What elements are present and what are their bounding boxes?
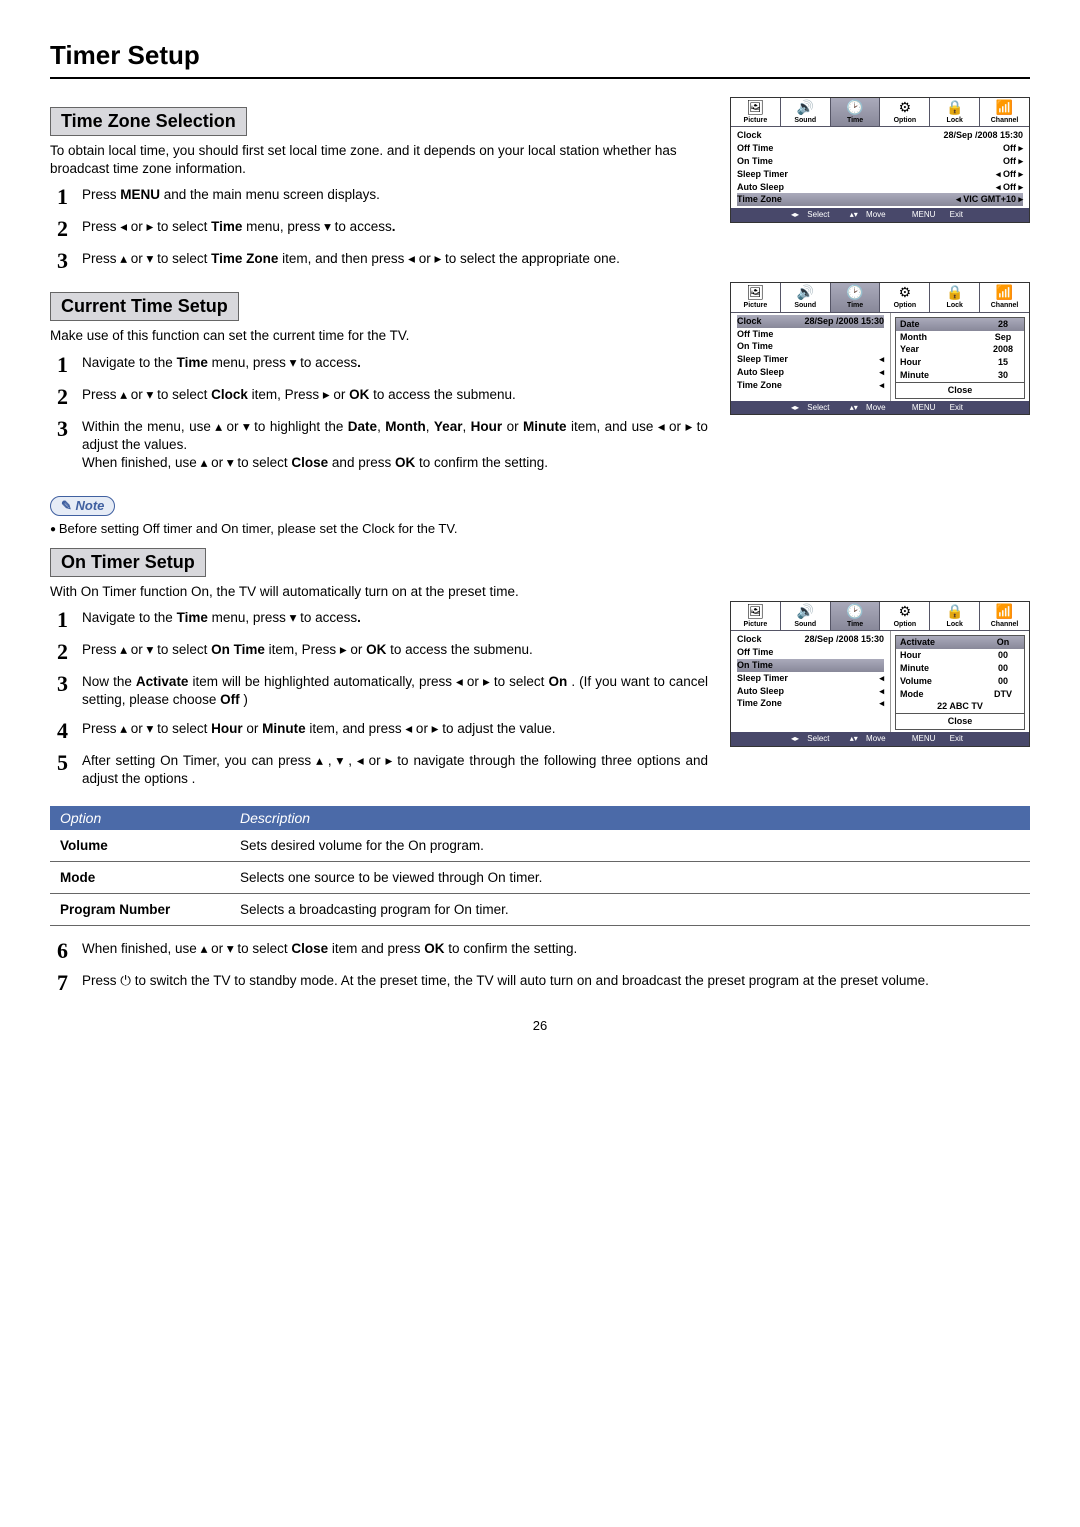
option-icon: ⚙ bbox=[880, 100, 929, 114]
ot-step-7: Press ⏻ to switch the TV to standby mode… bbox=[82, 972, 1030, 994]
tz-step-1: Press MENU and the main menu screen disp… bbox=[82, 186, 708, 208]
page-title: Timer Setup bbox=[50, 40, 1030, 71]
sound-icon: 🔊 bbox=[781, 100, 830, 114]
table-row: VolumeSets desired volume for the On pro… bbox=[50, 830, 1030, 862]
ot-step-3: Now the Activate item will be highlighte… bbox=[82, 673, 708, 709]
tz-step-2: Press ◂ or ▸ to select Time menu, press … bbox=[82, 218, 708, 240]
step-number: 6 bbox=[50, 940, 68, 962]
osd-panel-ontimer: 🖼Picture 🔊Sound 🕑Time ⚙Option 🔒Lock 📶Cha… bbox=[730, 601, 1030, 747]
time-icon: 🕑 bbox=[831, 100, 880, 114]
step-number: 1 bbox=[50, 186, 68, 208]
osd-footer: ◂▸ Select ▴▾ Move MENU Exit bbox=[731, 208, 1029, 222]
section-title-ot: On Timer Setup bbox=[50, 548, 206, 577]
channel-icon: 📶 bbox=[980, 100, 1029, 114]
ct-intro: Make use of this function can set the cu… bbox=[50, 327, 708, 345]
step-number: 3 bbox=[50, 250, 68, 272]
step-number: 3 bbox=[50, 673, 68, 709]
tz-intro: To obtain local time, you should first s… bbox=[50, 142, 708, 178]
lock-icon: 🔒 bbox=[930, 100, 979, 114]
step-number: 4 bbox=[50, 720, 68, 742]
table-row: ModeSelects one source to be viewed thro… bbox=[50, 861, 1030, 893]
step-number: 5 bbox=[50, 752, 68, 788]
ot-step-1: Navigate to the Time menu, press ▾ to ac… bbox=[82, 609, 708, 631]
step-number: 3 bbox=[50, 418, 68, 473]
ot-step-5: After setting On Timer, you can press ▴ … bbox=[82, 752, 708, 788]
picture-icon: 🖼 bbox=[731, 100, 780, 114]
step-number: 1 bbox=[50, 354, 68, 376]
ot-step-6: When finished, use ▴ or ▾ to select Clos… bbox=[82, 940, 1030, 962]
options-table: OptionDescription VolumeSets desired vol… bbox=[50, 806, 1030, 926]
ct-step-1: Navigate to the Time menu, press ▾ to ac… bbox=[82, 354, 708, 376]
step-number: 2 bbox=[50, 218, 68, 240]
osd-panel-timezone: 🖼Picture 🔊Sound 🕑Time ⚙Option 🔒Lock 📶Cha… bbox=[730, 97, 1030, 223]
ct-step-2: Press ▴ or ▾ to select Clock item, Press… bbox=[82, 386, 708, 408]
step-number: 7 bbox=[50, 972, 68, 994]
table-row: Program NumberSelects a broadcasting pro… bbox=[50, 893, 1030, 925]
step-number: 1 bbox=[50, 609, 68, 631]
section-title-ct: Current Time Setup bbox=[50, 292, 239, 321]
title-rule bbox=[50, 77, 1030, 79]
section-title-tz: Time Zone Selection bbox=[50, 107, 247, 136]
step-number: 2 bbox=[50, 386, 68, 408]
ct-step-3: Within the menu, use ▴ or ▾ to highlight… bbox=[82, 418, 708, 473]
osd-tabs: 🖼Picture 🔊Sound 🕑Time ⚙Option 🔒Lock 📶Cha… bbox=[731, 98, 1029, 127]
ot-step-2: Press ▴ or ▾ to select On Time item, Pre… bbox=[82, 641, 708, 663]
ot-intro: With On Timer function On, the TV will a… bbox=[50, 583, 1030, 601]
note-badge: Note bbox=[50, 496, 115, 516]
osd-panel-clock: 🖼Picture 🔊Sound 🕑Time ⚙Option 🔒Lock 📶Cha… bbox=[730, 282, 1030, 415]
note-text: Before setting Off timer and On timer, p… bbox=[50, 520, 708, 538]
tz-step-3: Press ▴ or ▾ to select Time Zone item, a… bbox=[82, 250, 708, 272]
ot-step-4: Press ▴ or ▾ to select Hour or Minute it… bbox=[82, 720, 708, 742]
step-number: 2 bbox=[50, 641, 68, 663]
page-number: 26 bbox=[50, 1018, 1030, 1033]
